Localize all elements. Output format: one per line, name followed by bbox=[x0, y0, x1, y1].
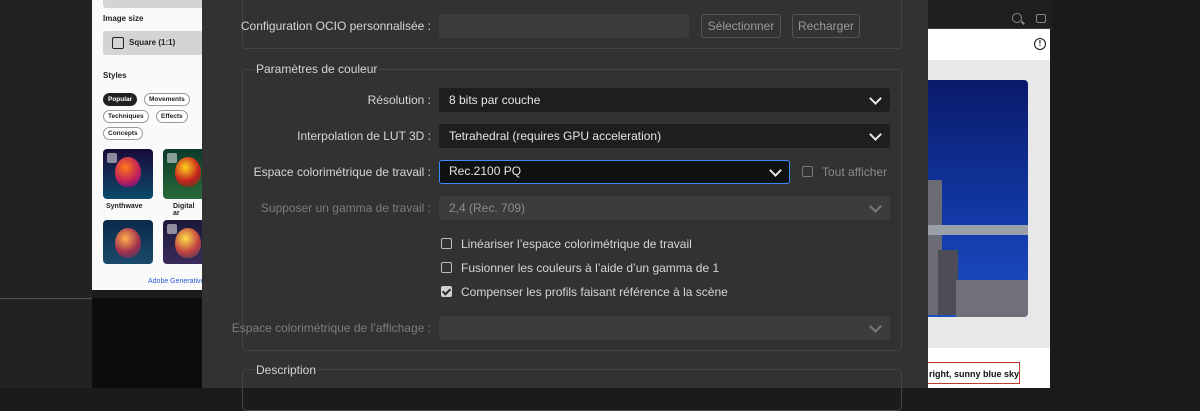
lock-icon[interactable] bbox=[1036, 14, 1046, 23]
background-divider bbox=[0, 298, 92, 299]
linearize-label: Linéariser l’espace colorimétrique de tr… bbox=[461, 237, 692, 251]
working-space-label: Espace colorimétrique de travail : bbox=[253, 165, 431, 179]
balloon-image bbox=[175, 157, 201, 187]
ocio-config-field[interactable] bbox=[439, 14, 689, 38]
working-space-value: Rec.2100 PQ bbox=[449, 164, 522, 178]
resolution-label: Résolution : bbox=[367, 93, 431, 107]
gamma-value: 2,4 (Rec. 709) bbox=[449, 201, 526, 215]
search-icon[interactable] bbox=[1012, 13, 1022, 23]
chevron-down-icon bbox=[869, 128, 882, 141]
chevron-down-icon bbox=[769, 164, 782, 177]
chevron-down-icon bbox=[869, 92, 882, 105]
chip-techniques[interactable]: Techniques bbox=[103, 110, 149, 123]
image-shape bbox=[928, 225, 1028, 235]
chip-concepts[interactable]: Concepts bbox=[103, 127, 143, 140]
blend-gamma-label: Fusionner les couleurs à l’aide d’un gam… bbox=[461, 261, 720, 275]
image-shape bbox=[938, 250, 958, 315]
show-all-checkbox[interactable] bbox=[802, 166, 813, 177]
aspect-ratio-value: Square (1:1) bbox=[129, 38, 176, 47]
balloon-image bbox=[115, 157, 141, 187]
background-generator-panel: Image size Square (1:1) Styles Popular M… bbox=[92, 0, 213, 290]
linearize-checkbox[interactable] bbox=[441, 238, 452, 249]
resolution-select[interactable]: 8 bits par couche bbox=[439, 88, 890, 112]
square-icon bbox=[112, 37, 124, 49]
reload-button[interactable]: Recharger bbox=[792, 14, 860, 38]
balloon-image bbox=[175, 228, 201, 258]
color-settings-title: Paramètres de couleur bbox=[254, 62, 380, 76]
chip-popular[interactable]: Popular bbox=[103, 93, 138, 106]
chevron-down-icon bbox=[869, 320, 882, 333]
aspect-ratio-select[interactable]: Square (1:1) bbox=[103, 31, 203, 55]
badge-icon bbox=[107, 153, 117, 163]
compensate-profiles-label: Compenser les profils faisant référence … bbox=[461, 285, 728, 299]
working-space-select[interactable]: Rec.2100 PQ bbox=[439, 160, 790, 184]
compensate-profiles-checkbox[interactable] bbox=[441, 286, 452, 297]
image-size-label: Image size bbox=[103, 14, 144, 23]
lut-interpolation-select[interactable]: Tetrahedral (requires GPU acceleration) bbox=[439, 124, 890, 148]
badge-icon bbox=[167, 224, 177, 234]
chip-movements[interactable]: Movements bbox=[144, 93, 190, 106]
info-icon[interactable]: ! bbox=[1034, 38, 1046, 50]
styles-label: Styles bbox=[103, 71, 127, 80]
description-group bbox=[242, 369, 902, 411]
generated-image-preview[interactable] bbox=[928, 80, 1028, 317]
show-all-label: Tout afficher bbox=[822, 165, 888, 179]
gamma-select[interactable]: 2,4 (Rec. 709) bbox=[439, 196, 890, 220]
chip-effects[interactable]: Effects bbox=[156, 110, 188, 123]
background-top-select[interactable] bbox=[103, 0, 203, 8]
background-bottom-area bbox=[92, 298, 202, 388]
display-space-label: Espace colorimétrique de l’affichage : bbox=[231, 321, 431, 335]
style-thumb-3[interactable] bbox=[103, 220, 153, 264]
background-far-right bbox=[1052, 0, 1200, 388]
description-title: Description bbox=[254, 363, 319, 377]
ocio-config-label: Configuration OCIO personnalisée : bbox=[240, 19, 431, 33]
prompt-input[interactable]: right, sunny blue sky bbox=[926, 362, 1020, 384]
thumb-label-synthwave: Synthwave bbox=[106, 203, 143, 210]
gamma-label: Supposer un gamma de travail : bbox=[260, 201, 431, 215]
footer-link[interactable]: Adobe Generative bbox=[148, 278, 204, 285]
resolution-value: 8 bits par couche bbox=[449, 93, 541, 107]
balloon-image bbox=[115, 228, 141, 258]
color-settings-dialog: Configuration OCIO personnalisée : Sélec… bbox=[202, 0, 928, 411]
lut-interpolation-label: Interpolation de LUT 3D : bbox=[297, 129, 431, 143]
display-space-select[interactable] bbox=[439, 316, 890, 340]
select-button[interactable]: Sélectionner bbox=[701, 14, 781, 38]
style-thumb-synthwave[interactable] bbox=[103, 149, 153, 199]
chevron-down-icon bbox=[869, 200, 882, 213]
background-right-toolbar bbox=[928, 0, 1052, 28]
badge-icon bbox=[167, 153, 177, 163]
lut-interpolation-value: Tetrahedral (requires GPU acceleration) bbox=[449, 129, 662, 143]
image-shape bbox=[956, 280, 1028, 317]
blend-gamma-checkbox[interactable] bbox=[441, 262, 452, 273]
background-left-strip bbox=[0, 0, 92, 388]
thumb-label-digital-art: Digital ar bbox=[173, 203, 195, 217]
